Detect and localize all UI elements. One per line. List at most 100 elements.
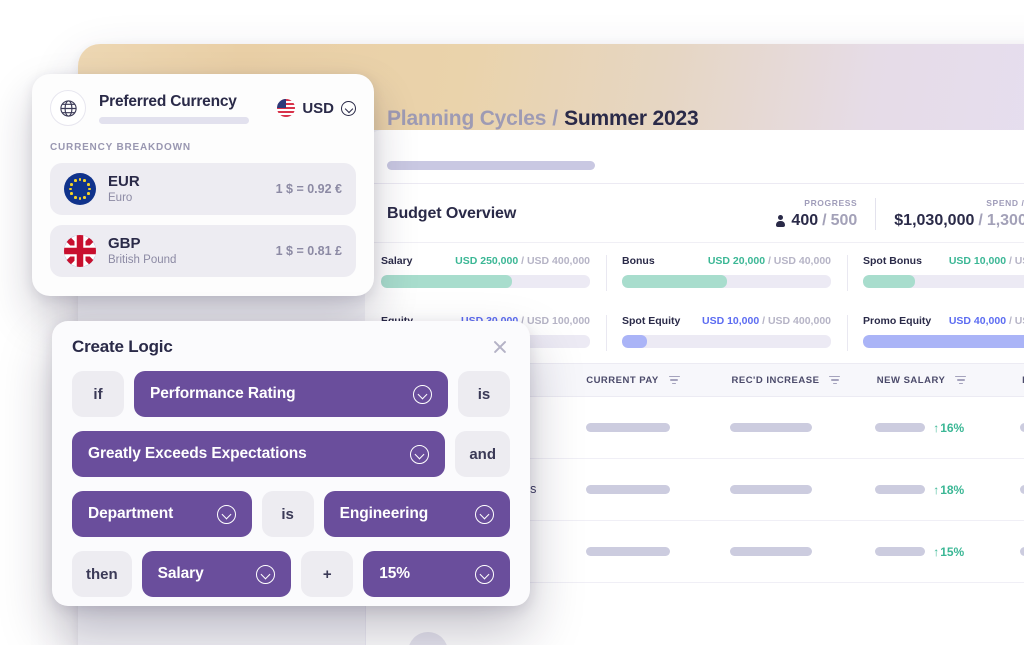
breadcrumb-current: Summer 2023 <box>564 107 699 130</box>
increase-percent-value: 15% <box>940 544 965 559</box>
table-column-header[interactable]: CURRENT PAY <box>574 364 719 396</box>
new-salary-skeleton <box>875 547 926 556</box>
new-salary-skeleton <box>875 423 926 432</box>
chevron-down-icon[interactable] <box>413 384 432 404</box>
currency-name: British Pound <box>108 253 177 266</box>
table-column-header[interactable]: REC'D INCREASE <box>720 364 865 396</box>
avatar: CC <box>408 632 448 645</box>
cell-new-salary: ↑ 15% <box>863 521 1008 582</box>
budget-overview-title: Budget Overview <box>387 204 517 222</box>
logic-field-department[interactable]: Department <box>72 491 252 537</box>
budget-card-amounts: USD 250,000 / USD 400,000 <box>455 255 590 267</box>
arrow-up-icon: ↑ <box>933 482 940 497</box>
filter-icon[interactable] <box>955 375 967 385</box>
budget-card-separator: / <box>521 255 525 267</box>
currency-card-title: Preferred Currency <box>99 92 237 110</box>
globe-icon[interactable] <box>50 90 86 126</box>
progress-label: PROGRESS <box>804 197 858 208</box>
logic-value-engineering[interactable]: Engineering <box>323 491 510 537</box>
logic-value-percent[interactable]: 15% <box>363 551 510 597</box>
currency-row[interactable]: EUR Euro 1 $ = 0.92 € <box>50 163 356 215</box>
table-column-label: REC'D INCREASE <box>731 374 820 386</box>
currency-card-title-wrap: Preferred Currency <box>99 93 264 124</box>
budget-card-total: USD 400,000 <box>526 255 590 267</box>
logic-field-salary[interactable]: Salary <box>141 551 292 597</box>
budget-card-top: Promo Equity USD 40,000 / USD 50,000 <box>863 315 1024 327</box>
budget-card-progress-fill <box>381 275 512 288</box>
budget-card-total: USD 40,000 <box>773 255 831 267</box>
us-flag-icon <box>277 99 296 117</box>
increase-percent-badge: ↑ 15% <box>933 545 964 559</box>
cell-current-pay <box>574 521 719 582</box>
budget-card-progress-fill <box>622 335 648 348</box>
progress-value-group: 400 / 500 <box>776 212 857 230</box>
logic-value-label: 15% <box>379 565 410 582</box>
logic-value-greatly-exceeds[interactable]: Greatly Exceeds Expectations <box>72 431 446 477</box>
currency-selector[interactable]: USD <box>277 99 356 117</box>
progress-current: 400 <box>791 211 819 229</box>
logic-value-label: Greatly Exceeds Expectations <box>88 445 307 462</box>
table-column-header[interactable]: REC'D <box>1010 364 1024 396</box>
table-column-label: CURRENT PAY <box>586 374 659 386</box>
chevron-down-icon[interactable] <box>475 564 494 584</box>
breadcrumb: Planning Cycles / Summer 2023 <box>365 90 1024 148</box>
budget-card-progress-track <box>381 275 590 288</box>
cell-recd-increase <box>718 397 863 458</box>
budget-card-separator: / <box>762 315 766 327</box>
sub-toolbar <box>365 148 1024 184</box>
filter-icon[interactable] <box>668 375 680 385</box>
logic-field-label: Department <box>88 505 174 522</box>
arrow-up-icon: ↑ <box>933 544 940 559</box>
budget-card-separator: / <box>767 255 771 267</box>
logic-field-performance-rating[interactable]: Performance Rating <box>134 371 448 417</box>
currency-row[interactable]: GBP British Pound 1 $ = 0.81 £ <box>50 225 356 277</box>
budget-card-spent: USD 10,000 <box>701 315 760 327</box>
current-pay-skeleton <box>585 423 670 432</box>
budget-card-amounts: USD 10,000 / USD 40,000 <box>949 255 1024 267</box>
logic-field-label: Salary <box>157 565 204 582</box>
recd-increase-skeleton <box>730 423 813 432</box>
spend-current: $1,030,000 <box>894 211 975 229</box>
chevron-down-icon[interactable] <box>475 504 494 524</box>
chevron-down-icon[interactable] <box>256 564 276 584</box>
budget-card-spent: USD 40,000 <box>948 315 1007 327</box>
budget-card-progress-fill <box>863 335 1024 348</box>
budget-card-amounts: USD 20,000 / USD 40,000 <box>708 255 831 267</box>
chevron-down-icon[interactable] <box>341 100 356 116</box>
budget-card-progress-fill <box>622 275 727 288</box>
chevron-down-icon[interactable] <box>410 444 430 464</box>
person-icon <box>776 214 786 227</box>
increase-percent-value: 18% <box>940 482 965 497</box>
progress-stat: PROGRESS 400 / 500 <box>758 198 875 230</box>
budget-card-progress-track <box>622 335 831 348</box>
chevron-down-icon[interactable] <box>216 504 236 524</box>
currency-rate: 1 $ = 0.81 £ <box>275 244 342 258</box>
logic-row-3: Department is Engineering <box>72 491 510 537</box>
budget-card-amounts: USD 10,000 / USD 400,000 <box>702 315 831 327</box>
logic-row-1: if Performance Rating is <box>72 371 510 417</box>
budget-card-total: USD 50,000 <box>1014 315 1024 327</box>
employee-avatar-row[interactable]: CC <box>408 632 584 645</box>
currency-rows: EUR Euro 1 $ = 0.92 € GBP British Pound 1 $ =… <box>50 163 356 277</box>
currency-breakdown-label: CURRENCY BREAKDOWN <box>50 142 191 153</box>
close-icon[interactable] <box>490 337 510 357</box>
spend-value-group: $1,030,000 / 1,300,000 <box>894 212 1024 230</box>
progress-total: 500 <box>830 211 858 229</box>
budget-card: Spot Bonus USD 10,000 / USD 40,000 <box>847 243 1024 303</box>
budget-card: Bonus USD 20,000 / USD 40,000 <box>606 243 847 303</box>
increase-percent-value: 16% <box>940 420 965 435</box>
budget-card-name: Spot Equity <box>622 315 681 327</box>
breadcrumb-parent[interactable]: Planning Cycles <box>387 107 546 131</box>
table-column-header[interactable]: NEW SALARY <box>865 364 1010 396</box>
spend-total: 1,300,000 <box>986 211 1024 229</box>
budget-card-top: Bonus USD 20,000 / USD 40,000 <box>622 255 831 267</box>
filter-icon[interactable] <box>829 375 841 385</box>
budget-card-name: Salary <box>381 255 413 267</box>
currency-card-header: Preferred Currency USD <box>50 90 356 126</box>
budget-card-top: Salary USD 250,000 / USD 400,000 <box>381 255 590 267</box>
spend-separator: / <box>978 211 983 229</box>
budget-card-total: USD 400,000 <box>767 315 831 327</box>
cell-new-salary: ↑ 18% <box>863 459 1008 520</box>
cell-recd <box>1008 459 1024 520</box>
table-column-label: NEW SALARY <box>876 374 946 386</box>
